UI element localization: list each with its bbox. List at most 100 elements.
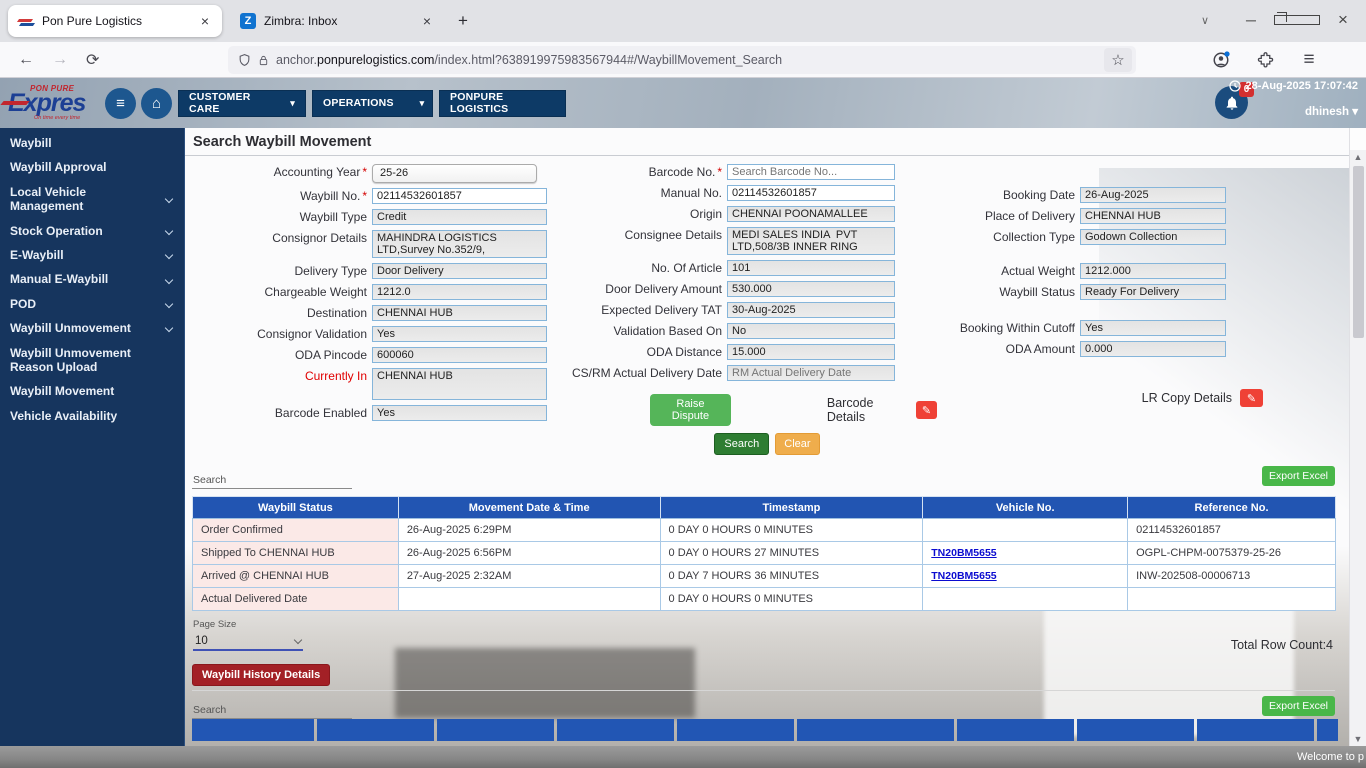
sidebar-item-waybill[interactable]: Waybill xyxy=(0,131,184,155)
tab-close-icon[interactable]: × xyxy=(198,13,212,29)
oda-distance-field xyxy=(727,344,895,360)
consignee-details-field: MEDI SALES INDIA PVT LTD,508/3B INNER RI… xyxy=(727,227,895,255)
history-table-search-input[interactable] xyxy=(192,702,352,719)
ponpure-expres-logo: PON PURE Expres On time every time xyxy=(0,84,100,122)
back-icon[interactable]: ← xyxy=(18,51,34,69)
menu-hamburger-icon[interactable]: ≡ xyxy=(1296,47,1322,73)
delivery-type-field xyxy=(372,263,547,279)
tab-pon-pure-logistics[interactable]: Pon Pure Logistics × xyxy=(8,5,222,37)
sidebar-item-waybill-movement[interactable]: Waybill Movement xyxy=(0,379,184,403)
tab-title: Pon Pure Logistics xyxy=(42,14,143,28)
accounting-year-select[interactable]: 25-26 xyxy=(372,164,537,183)
scroll-up-icon[interactable]: ▲ xyxy=(1354,150,1363,164)
collection-type-field xyxy=(1080,229,1226,245)
scroll-down-icon[interactable]: ▼ xyxy=(1354,732,1363,746)
raise-dispute-button[interactable]: Raise Dispute xyxy=(650,394,731,426)
forward-icon[interactable]: → xyxy=(52,51,68,69)
history-table-header-cell[interactable] xyxy=(437,719,554,741)
new-tab-button[interactable]: + xyxy=(458,11,468,31)
history-table-header-cell[interactable] xyxy=(557,719,674,741)
account-icon[interactable] xyxy=(1208,47,1234,73)
barcode-no-input[interactable] xyxy=(727,164,895,180)
chargeable-weight-field xyxy=(372,284,547,300)
extensions-puzzle-icon[interactable] xyxy=(1252,47,1278,73)
chevron-down-icon xyxy=(164,250,174,260)
list-tabs-icon[interactable]: ∨ xyxy=(1182,14,1228,27)
oda-amount-field xyxy=(1080,341,1226,357)
zimbra-favicon: Z xyxy=(240,13,256,29)
vehicle-no-link[interactable]: TN20BM5655 xyxy=(931,570,996,582)
sidebar-toggle-icon[interactable]: ≡ xyxy=(105,87,136,119)
menu-operations[interactable]: OPERATIONS ▾ xyxy=(312,89,433,117)
user-menu[interactable]: dhinesh ▾ xyxy=(1229,104,1358,118)
title-divider xyxy=(185,155,1349,156)
chevron-down-icon xyxy=(164,275,174,284)
browser-url-bar: ← → ⟳ anchor.ponpurelogistics.com/index.… xyxy=(0,42,1366,78)
history-table-header-cell[interactable] xyxy=(192,719,314,741)
lr-copy-details-label: LR Copy Details xyxy=(1141,391,1232,405)
movement-export-excel-button[interactable]: Export Excel xyxy=(1262,466,1335,486)
validation-based-on-field xyxy=(727,323,895,339)
clock-icon xyxy=(1229,80,1242,92)
barcode-enabled-field xyxy=(372,405,547,421)
ponpure-favicon xyxy=(16,13,36,29)
sidebar-item-waybill-unmovement[interactable]: Waybill Unmovement xyxy=(0,316,184,340)
footer-marquee-text: Welcome to p xyxy=(1296,751,1364,763)
sidebar-item-pod[interactable]: POD xyxy=(0,292,184,316)
sidebar-item-stock-operation[interactable]: Stock Operation xyxy=(0,219,184,243)
sidebar-item-waybill-approval[interactable]: Waybill Approval xyxy=(0,155,184,179)
scrollbar-thumb[interactable] xyxy=(1352,166,1364,338)
sidebar-item-vehicle-availability[interactable]: Vehicle Availability xyxy=(0,404,184,428)
manual-no-input[interactable] xyxy=(727,185,895,201)
address-field[interactable]: anchor.ponpurelogistics.com/index.html?6… xyxy=(228,46,1136,74)
browser-tab-bar: Pon Pure Logistics × Z Zimbra: Inbox × +… xyxy=(0,0,1366,42)
waybill-status-field xyxy=(1080,284,1226,300)
clear-button[interactable]: Clear xyxy=(775,433,820,455)
tab-zimbra-inbox[interactable]: Z Zimbra: Inbox × xyxy=(230,5,444,37)
history-table-header-cell[interactable] xyxy=(797,719,954,741)
sidebar-item-local-vehicle-management[interactable]: Local Vehicle Management xyxy=(0,180,184,219)
reload-icon[interactable]: ⟳ xyxy=(86,50,99,70)
shield-icon xyxy=(239,54,250,66)
waybill-history-details-button[interactable]: Waybill History Details xyxy=(192,664,331,686)
history-table-header-cell[interactable] xyxy=(677,719,794,741)
actual-weight-field xyxy=(1080,263,1226,279)
table-row: Shipped To CHENNAI HUB 26-Aug-2025 6:56P… xyxy=(192,541,1336,565)
tab-close-icon[interactable]: × xyxy=(420,13,434,29)
bookmark-star-icon[interactable]: ☆ xyxy=(1104,48,1132,72)
lr-copy-details-edit-icon[interactable]: ✎ xyxy=(1240,389,1263,407)
waybill-type-field xyxy=(372,209,547,225)
search-button[interactable]: Search xyxy=(714,433,770,455)
history-table-header-cell[interactable] xyxy=(317,719,434,741)
history-table-header-cell[interactable] xyxy=(1077,719,1194,741)
booking-date-field xyxy=(1080,187,1226,203)
menu-ponpure-logistics[interactable]: PONPURE LOGISTICS xyxy=(439,89,566,117)
history-table-header-cell[interactable] xyxy=(957,719,1074,741)
oda-pincode-field xyxy=(372,347,547,363)
history-table-header-cell[interactable] xyxy=(1197,719,1314,741)
table-row: Order Confirmed 26-Aug-2025 6:29PM 0 DAY… xyxy=(192,518,1336,542)
movement-table-search-input[interactable] xyxy=(192,472,352,489)
waybill-no-input[interactable] xyxy=(372,188,547,204)
page-size-select[interactable]: 10 xyxy=(193,633,303,651)
sidebar-item-manual-e-waybill[interactable]: Manual E-Waybill xyxy=(0,267,184,291)
vehicle-no-link[interactable]: TN20BM5655 xyxy=(931,547,996,559)
history-export-excel-button[interactable]: Export Excel xyxy=(1262,696,1335,716)
sidebar-item-waybill-unmovement-reason-upload[interactable]: Waybill Unmovement Reason Upload xyxy=(0,341,184,380)
tab-title: Zimbra: Inbox xyxy=(264,14,338,28)
home-icon[interactable]: ⌂ xyxy=(141,87,172,119)
total-row-count: Total Row Count:4 xyxy=(1230,638,1333,652)
expected-delivery-tat-field xyxy=(727,302,895,318)
close-button[interactable]: × xyxy=(1320,10,1366,30)
chevron-down-icon xyxy=(293,635,303,644)
vertical-scrollbar[interactable]: ▲ ▼ xyxy=(1349,128,1366,746)
maximize-button[interactable] xyxy=(1274,12,1320,28)
chevron-down-icon xyxy=(164,194,174,204)
booking-within-cutoff-field xyxy=(1080,320,1226,336)
menu-customer-care[interactable]: CUSTOMER CARE ▾ xyxy=(178,89,306,117)
minimize-button[interactable]: ─ xyxy=(1228,12,1274,28)
history-table-header-cell[interactable] xyxy=(1317,719,1338,741)
sidebar-item-e-waybill[interactable]: E-Waybill xyxy=(0,243,184,267)
caret-down-icon: ▾ xyxy=(419,97,425,108)
chevron-down-icon xyxy=(164,226,174,235)
